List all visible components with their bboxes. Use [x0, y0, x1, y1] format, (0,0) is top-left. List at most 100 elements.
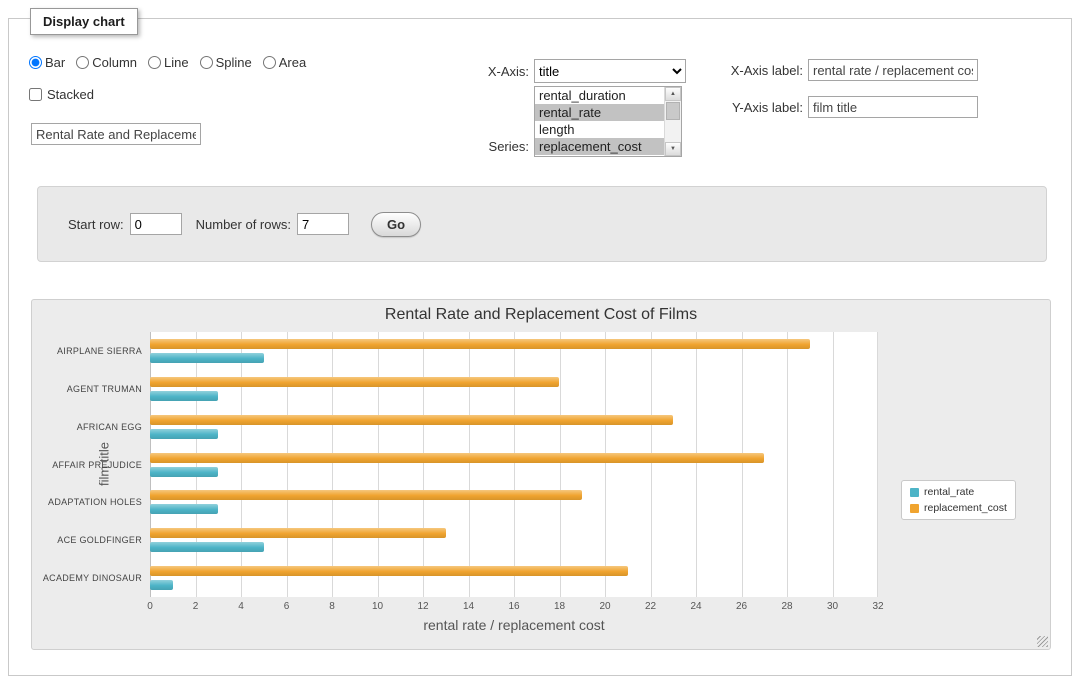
scrollbar-thumb[interactable]: [666, 102, 680, 120]
series-option-length[interactable]: length: [535, 121, 664, 138]
bar-rental_rate: [150, 391, 218, 401]
scroll-up-icon[interactable]: ▲: [665, 87, 681, 101]
gridline: [787, 332, 788, 597]
legend-label: replacement_cost: [924, 502, 1007, 514]
page: Display chart Bar Column Line Spline Area St…: [0, 0, 1081, 681]
gridline: [332, 332, 333, 597]
bar-rental_rate: [150, 467, 218, 477]
chart-title-input[interactable]: [31, 123, 201, 145]
x-tick-label: 24: [690, 601, 701, 612]
bar-replacement_cost: [150, 528, 446, 538]
x-tick-label: 20: [599, 601, 610, 612]
chart-type-radio-bar[interactable]: Bar: [29, 55, 65, 70]
gridline: [877, 332, 878, 597]
x-tick-label: 14: [463, 601, 474, 612]
chart-type-radio-spline[interactable]: Spline: [200, 55, 252, 70]
gridline: [196, 332, 197, 597]
category-label: AIRPLANE SIERRA: [32, 346, 142, 356]
x-tick-label: 16: [508, 601, 519, 612]
gridline: [833, 332, 834, 597]
chart-type-radio-input-area[interactable]: [263, 56, 276, 69]
chart-type-radio-line[interactable]: Line: [148, 55, 189, 70]
category-label: AFRICAN EGG: [32, 422, 142, 432]
x-tick-label: 8: [329, 601, 335, 612]
y-axis-label-row: Y-Axis label:: [697, 96, 978, 118]
chart-type-radio-input-bar[interactable]: [29, 56, 42, 69]
x-tick-label: 30: [827, 601, 838, 612]
start-row-input[interactable]: [130, 213, 182, 235]
chart-type-radio-input-spline[interactable]: [200, 56, 213, 69]
gridline: [469, 332, 470, 597]
legend-item-rental_rate[interactable]: rental_rate: [910, 486, 1007, 498]
y-axis-label-label: Y-Axis label:: [697, 100, 803, 115]
x-axis-select-label: X-Axis:: [429, 64, 529, 79]
x-tick-label: 22: [645, 601, 656, 612]
resize-handle-icon[interactable]: [1037, 636, 1048, 647]
series-option-replacement_cost[interactable]: replacement_cost: [535, 138, 664, 155]
x-axis-row: X-Axis: title: [429, 59, 686, 83]
category-label: AGENT TRUMAN: [32, 384, 142, 394]
gridline: [423, 332, 424, 597]
series-option-rental_duration[interactable]: rental_duration: [535, 87, 664, 104]
chart-type-radio-column[interactable]: Column: [76, 55, 137, 70]
bar-replacement_cost: [150, 415, 673, 425]
chart-type-radio-group: Bar Column Line Spline Area: [29, 55, 306, 70]
gridline: [651, 332, 652, 597]
chart-x-axis-title: rental rate / replacement cost: [150, 617, 878, 633]
gridline: [696, 332, 697, 597]
chart-type-radio-label: Column: [92, 55, 137, 70]
series-option-rental_rate[interactable]: rental_rate: [535, 104, 664, 121]
legend-swatch-icon: [910, 504, 919, 513]
category-label: ACE GOLDFINGER: [32, 535, 142, 545]
number-of-rows-label: Number of rows:: [196, 217, 291, 232]
plot-area: [150, 332, 878, 597]
series-multiselect[interactable]: rental_durationrental_ratelengthreplacem…: [534, 86, 682, 157]
chart-legend: rental_rate replacement_cost: [901, 480, 1016, 520]
legend-swatch-icon: [910, 488, 919, 497]
bar-replacement_cost: [150, 490, 582, 500]
scrollbar[interactable]: ▲ ▼: [664, 87, 681, 156]
chart-type-radio-input-line[interactable]: [148, 56, 161, 69]
bar-rental_rate: [150, 429, 218, 439]
x-tick-label: 18: [554, 601, 565, 612]
bar-replacement_cost: [150, 566, 628, 576]
series-select-label: Series:: [429, 139, 529, 154]
x-axis-label-label: X-Axis label:: [697, 63, 803, 78]
panel-legend: Display chart: [30, 8, 138, 35]
row-controls-panel: Start row: Number of rows: Go: [37, 186, 1047, 262]
x-tick-label: 2: [193, 601, 199, 612]
x-tick-label: 0: [147, 601, 153, 612]
bar-replacement_cost: [150, 339, 810, 349]
go-button[interactable]: Go: [371, 212, 421, 237]
chart-container: Rental Rate and Replacement Cost of Film…: [31, 299, 1051, 650]
number-of-rows-input[interactable]: [297, 213, 349, 235]
gridline: [241, 332, 242, 597]
gridline: [150, 332, 151, 597]
x-tick-label: 4: [238, 601, 244, 612]
legend-label: rental_rate: [924, 486, 974, 498]
chart-type-radio-input-column[interactable]: [76, 56, 89, 69]
y-axis-label-input[interactable]: [808, 96, 978, 118]
x-tick-label: 32: [872, 601, 883, 612]
stacked-label: Stacked: [47, 87, 94, 102]
stacked-checkbox-row[interactable]: Stacked: [29, 87, 94, 102]
x-tick-label: 6: [284, 601, 290, 612]
chart-type-radio-label: Spline: [216, 55, 252, 70]
chart-type-radio-area[interactable]: Area: [263, 55, 306, 70]
stacked-checkbox[interactable]: [29, 88, 42, 101]
x-tick-label: 28: [781, 601, 792, 612]
display-chart-panel: Bar Column Line Spline Area Stacked X-Axis: …: [8, 18, 1072, 676]
scroll-down-icon[interactable]: ▼: [665, 142, 681, 156]
chart-type-radio-label: Bar: [45, 55, 65, 70]
gridline: [742, 332, 743, 597]
category-label: AFFAIR PREJUDICE: [32, 460, 142, 470]
legend-item-replacement_cost[interactable]: replacement_cost: [910, 502, 1007, 514]
chart-type-radio-label: Area: [279, 55, 306, 70]
x-axis-label-input[interactable]: [808, 59, 978, 81]
bar-rental_rate: [150, 504, 218, 514]
scrollbar-track[interactable]: [665, 121, 681, 142]
x-axis-select[interactable]: title: [534, 59, 686, 83]
gridline: [378, 332, 379, 597]
start-row-label: Start row:: [68, 217, 124, 232]
bar-replacement_cost: [150, 377, 559, 387]
